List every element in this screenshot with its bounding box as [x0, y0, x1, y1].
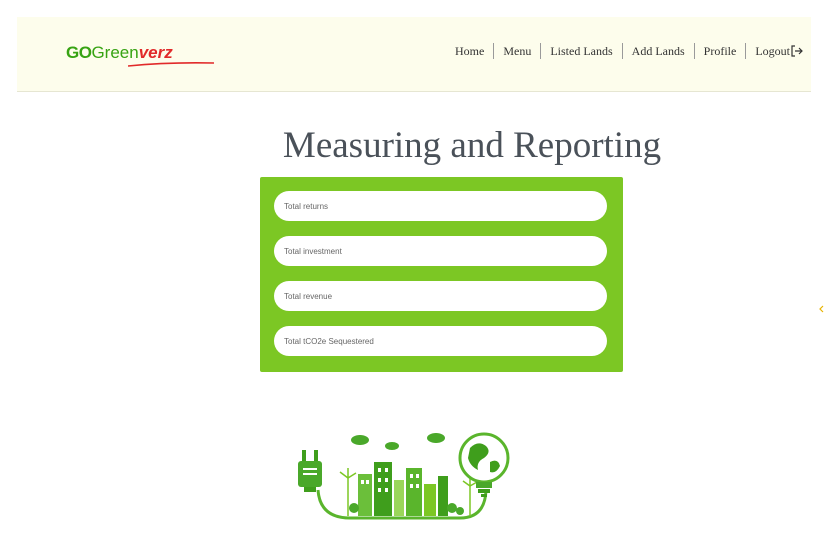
logo-verz: verz	[138, 43, 173, 62]
brand-logo[interactable]: GOGreenverz	[66, 41, 214, 67]
page-title: Measuring and Reporting	[282, 125, 662, 166]
total-revenue-field[interactable]	[274, 281, 607, 311]
main-nav: Home Menu Listed Lands Add Lands Profile…	[446, 43, 803, 59]
measuring-form-card	[260, 177, 623, 372]
nav-logout[interactable]: Logout	[746, 43, 803, 59]
cursor-marker-icon	[819, 305, 824, 313]
globe-bulb-icon	[458, 432, 510, 497]
nav-add-lands[interactable]: Add Lands	[623, 43, 694, 59]
total-tco2e-sequestered-field[interactable]	[274, 326, 607, 356]
logout-label: Logout	[755, 44, 790, 58]
clouds-icon	[351, 433, 445, 450]
nav-listed-lands[interactable]: Listed Lands	[541, 43, 621, 59]
nav-menu[interactable]: Menu	[494, 43, 540, 59]
nav-profile[interactable]: Profile	[695, 43, 746, 59]
total-returns-field[interactable]	[274, 191, 607, 221]
eco-city-plug-bulb-illustration	[298, 432, 510, 520]
city-buildings-icon	[358, 462, 448, 516]
navbar: GOGreenverz Home Menu Listed Lands Add L…	[17, 17, 811, 92]
logo-go: GO	[66, 43, 92, 62]
total-investment-field[interactable]	[274, 236, 607, 266]
nav-home[interactable]: Home	[446, 43, 493, 59]
logo-swoosh-icon	[128, 62, 214, 67]
logout-arrow-icon	[791, 45, 803, 57]
logo-green: Green	[91, 43, 139, 62]
power-plug-icon	[298, 450, 322, 492]
